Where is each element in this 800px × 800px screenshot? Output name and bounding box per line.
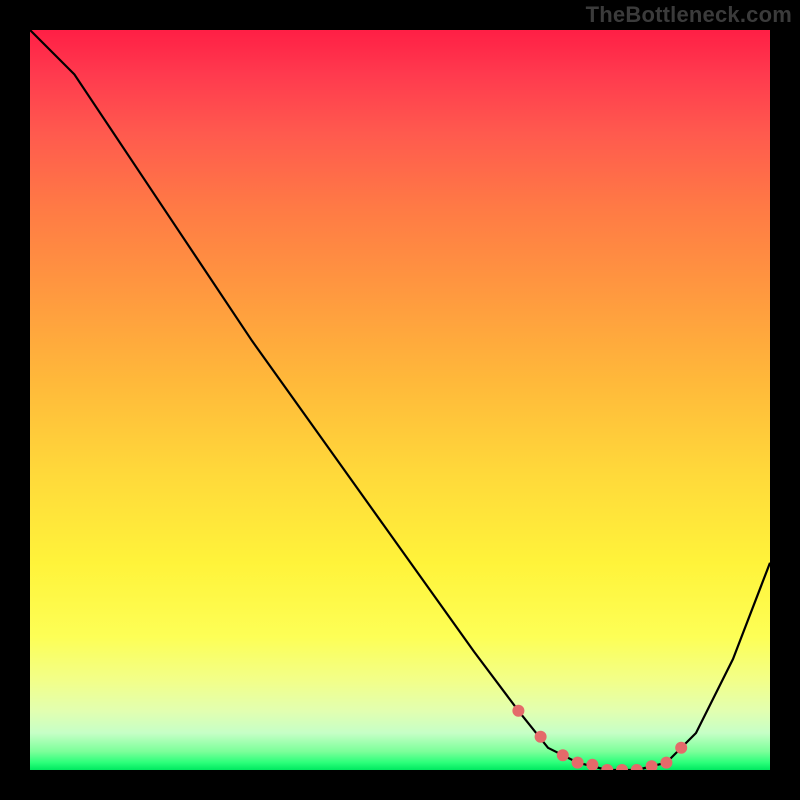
curve-svg: [30, 30, 770, 770]
curve-marker-dot: [631, 764, 643, 770]
chart-frame: TheBottleneck.com: [0, 0, 800, 800]
curve-marker-dot: [557, 749, 569, 761]
plot-area: [30, 30, 770, 770]
curve-marker-dot: [512, 705, 524, 717]
curve-marker-dot: [572, 757, 584, 769]
curve-markers: [512, 705, 687, 770]
curve-marker-dot: [601, 764, 613, 770]
watermark-text: TheBottleneck.com: [586, 2, 792, 28]
curve-marker-dot: [535, 731, 547, 743]
bottleneck-curve: [30, 30, 770, 770]
curve-marker-dot: [646, 760, 658, 770]
curve-marker-dot: [586, 759, 598, 770]
curve-marker-dot: [616, 764, 628, 770]
curve-marker-dot: [675, 742, 687, 754]
curve-marker-dot: [660, 757, 672, 769]
